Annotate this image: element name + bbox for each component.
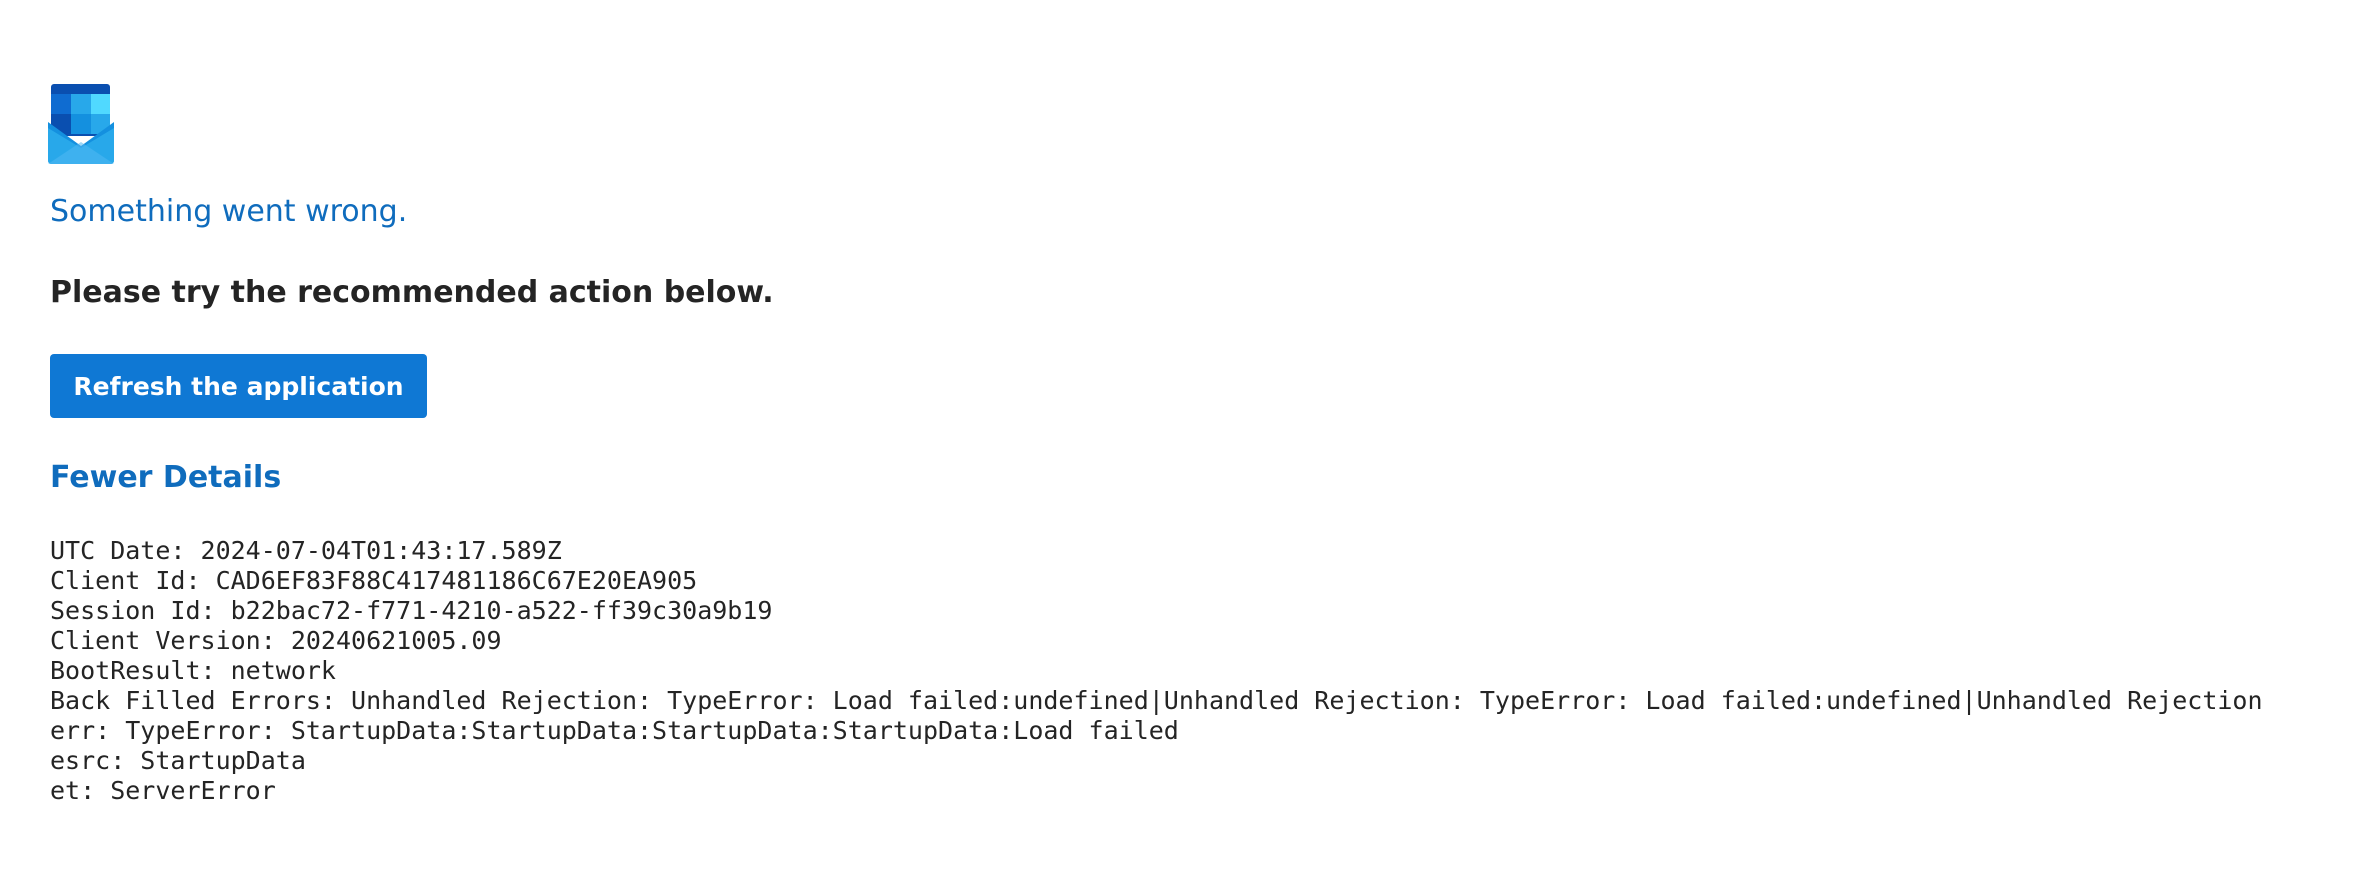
details-client-version: Client Version: 20240621005.09 bbox=[50, 626, 502, 655]
outlook-logo-icon bbox=[48, 84, 114, 164]
details-session-id: Session Id: b22bac72-f771-4210-a522-ff39… bbox=[50, 596, 773, 625]
refresh-application-button[interactable]: Refresh the application bbox=[50, 354, 427, 418]
details-utc-date: UTC Date: 2024-07-04T01:43:17.589Z bbox=[50, 536, 562, 565]
details-client-id: Client Id: CAD6EF83F88C417481186C67E20EA… bbox=[50, 566, 698, 595]
details-boot-result: BootResult: network bbox=[50, 656, 336, 685]
details-back-filled-errors: Back Filled Errors: Unhandled Rejection:… bbox=[50, 686, 2263, 715]
details-esrc: esrc: StartupData bbox=[50, 746, 306, 775]
error-details-panel: UTC Date: 2024-07-04T01:43:17.589Z Clien… bbox=[50, 536, 2354, 806]
error-title: Something went wrong. bbox=[50, 194, 408, 229]
details-err: err: TypeError: StartupData:StartupData:… bbox=[50, 716, 1179, 745]
error-subtitle: Please try the recommended action below. bbox=[50, 275, 774, 310]
fewer-details-link[interactable]: Fewer Details bbox=[50, 458, 281, 498]
details-et: et: ServerError bbox=[50, 776, 276, 805]
